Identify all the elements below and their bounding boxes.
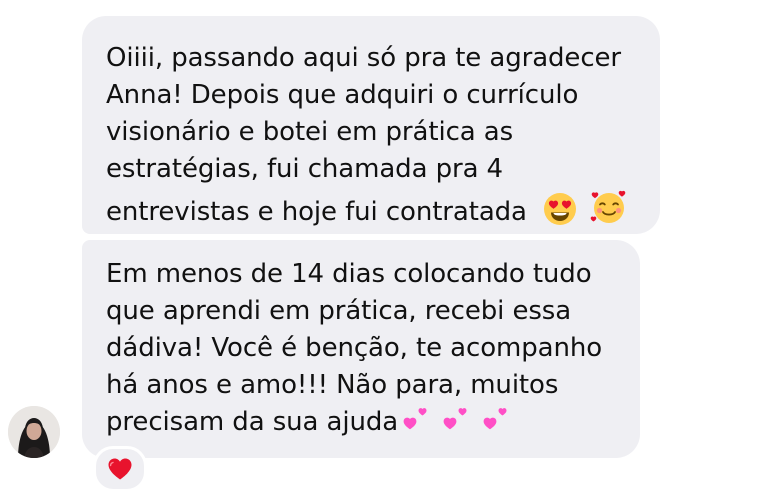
two-hearts-emoji [443,408,467,430]
message-bubble[interactable]: Em menos de 14 dias colocando tudo que a… [82,240,640,458]
reaction-badge[interactable] [93,446,147,492]
red-heart-icon [108,458,132,480]
message-text-line: há anos e amo!!! Não para, muitos [106,370,559,400]
message-text-line-last: precisam da sua ajuda [106,404,616,441]
heart-eyes-emoji [544,193,577,225]
smiling-face-with-hearts-emoji [590,190,626,223]
message-text-line: Oiiii, passando aqui só pra te agradecer [106,43,622,73]
two-hearts-emoji [483,408,507,430]
message-text: entrevistas e hoje fui contratada [106,197,527,227]
two-hearts-emoji [403,408,427,430]
message-text-line: dádiva! Você é benção, te acompanho [106,333,603,363]
message-text: precisam da sua ajuda [106,407,399,437]
message-text-line: visionário e botei em prática as [106,117,514,147]
message-text-line: estratégias, fui chamada pra 4 [106,154,504,184]
avatar-image [8,406,60,458]
message-thread: Oiiii, passando aqui só pra te agradecer… [0,0,768,492]
message-text-line-last: entrevistas e hoje fui contratada [106,188,636,231]
message-text-line: que aprendi em prática, recebi essa [106,296,572,326]
message-bubble[interactable]: Oiiii, passando aqui só pra te agradecer… [82,16,660,234]
message-text-line: Em menos de 14 dias colocando tudo [106,259,592,289]
avatar[interactable] [8,406,60,458]
message-text-line: Anna! Depois que adquiri o currículo [106,80,579,110]
